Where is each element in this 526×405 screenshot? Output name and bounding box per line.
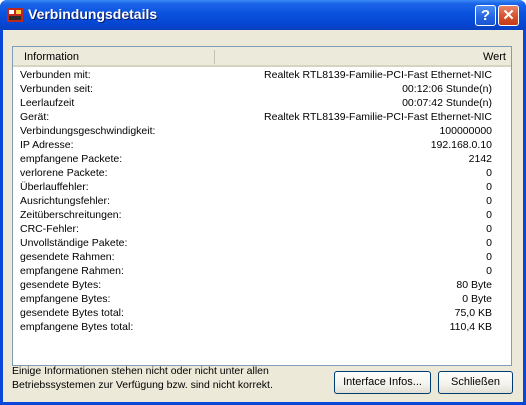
item-value: 0	[486, 237, 492, 249]
details-list[interactable]: Information Wert Verbunden mit: Realtek R…	[12, 46, 512, 366]
list-item[interactable]: verlorene Packete: 0	[13, 167, 511, 181]
close-window-button[interactable]: ✕	[498, 5, 519, 26]
list-item[interactable]: empfangene Bytes total: 110,4 KB	[13, 321, 511, 335]
item-label: Gerät:	[20, 111, 50, 123]
network-app-icon	[7, 8, 23, 22]
item-label: verlorene Packete:	[20, 167, 108, 179]
item-label: Ausrichtungsfehler:	[20, 195, 110, 207]
interface-infos-button[interactable]: Interface Infos...	[334, 371, 431, 394]
item-value: 0	[486, 223, 492, 235]
item-label: gesendete Bytes:	[20, 279, 102, 291]
list-item[interactable]: IP Adresse: 192.168.0.10	[13, 139, 511, 153]
info-note-line: Betriebssystemen zur Verfügung bzw. sind…	[12, 379, 273, 391]
item-label: Verbindungsgeschwindigkeit:	[20, 125, 156, 137]
item-value: 0	[486, 265, 492, 277]
item-value: 0	[486, 209, 492, 221]
list-item[interactable]: Gerät: Realtek RTL8139-Familie-PCI-Fast E…	[13, 111, 511, 125]
list-rows: Verbunden mit: Realtek RTL8139-Familie-PC…	[13, 69, 511, 335]
item-value: 75,0 KB	[454, 307, 492, 319]
help-button[interactable]: ?	[475, 5, 496, 26]
window-title: Verbindungsdetails	[28, 6, 158, 22]
list-item[interactable]: Zeitüberschreitungen: 0	[13, 209, 511, 223]
list-item[interactable]: Unvollständige Pakete: 0	[13, 237, 511, 251]
list-item[interactable]: gesendete Rahmen: 0	[13, 251, 511, 265]
list-item[interactable]: empfangene Rahmen: 0	[13, 265, 511, 279]
list-item[interactable]: Leerlaufzeit 00:07:42 Stunde(n)	[13, 97, 511, 111]
item-label: CRC-Fehler:	[20, 223, 79, 235]
item-label: Verbunden seit:	[20, 83, 93, 95]
item-label: empfangene Rahmen:	[20, 265, 124, 277]
item-label: Überlauffehler:	[20, 181, 89, 193]
list-item[interactable]: Überlauffehler: 0	[13, 181, 511, 195]
title-bar[interactable]: Verbindungsdetails ? ✕	[0, 0, 526, 30]
item-value: Realtek RTL8139-Familie-PCI-Fast Etherne…	[264, 111, 492, 123]
item-label: empfangene Bytes total:	[20, 321, 134, 333]
column-header-information[interactable]: Information	[24, 51, 79, 63]
item-label: Leerlaufzeit	[20, 97, 75, 109]
item-value: 0 Byte	[462, 293, 492, 305]
item-value: 192.168.0.10	[430, 139, 492, 151]
list-item[interactable]: Verbindungsgeschwindigkeit: 100000000	[13, 125, 511, 139]
item-label: gesendete Rahmen:	[20, 251, 115, 263]
item-label: empfangene Bytes:	[20, 293, 111, 305]
item-label: Unvollständige Pakete:	[20, 237, 128, 249]
item-value: Realtek RTL8139-Familie-PCI-Fast Etherne…	[264, 69, 492, 81]
list-item[interactable]: gesendete Bytes total: 75,0 KB	[13, 307, 511, 321]
item-value: 80 Byte	[456, 279, 492, 291]
info-note-line: Einige Informationen stehen nicht oder n…	[12, 365, 269, 377]
list-item[interactable]: empfangene Bytes: 0 Byte	[13, 293, 511, 307]
item-value: 100000000	[439, 125, 492, 137]
list-item[interactable]: empfangene Packete: 2142	[13, 153, 511, 167]
item-label: Verbunden mit:	[20, 69, 91, 81]
item-value: 00:07:42 Stunde(n)	[402, 97, 492, 109]
item-label: gesendete Bytes total:	[20, 307, 124, 319]
column-header-value[interactable]: Wert	[483, 51, 506, 63]
list-item[interactable]: Verbunden mit: Realtek RTL8139-Familie-PC…	[13, 69, 511, 83]
item-value: 00:12:06 Stunde(n)	[402, 83, 492, 95]
item-value: 0	[486, 251, 492, 263]
item-value: 0	[486, 167, 492, 179]
item-value: 2142	[468, 153, 492, 165]
info-note: Einige Informationen stehen nicht oder n…	[12, 364, 273, 392]
list-header: Information Wert	[13, 47, 511, 67]
item-value: 0	[486, 195, 492, 207]
item-label: IP Adresse:	[20, 139, 74, 151]
item-value: 0	[486, 181, 492, 193]
dialog-window: Verbindungsdetails ? ✕ Information Wert …	[0, 0, 526, 405]
list-item[interactable]: Ausrichtungsfehler: 0	[13, 195, 511, 209]
list-item[interactable]: Verbunden seit: 00:12:06 Stunde(n)	[13, 83, 511, 97]
list-item[interactable]: CRC-Fehler: 0	[13, 223, 511, 237]
item-label: empfangene Packete:	[20, 153, 123, 165]
list-item[interactable]: gesendete Bytes: 80 Byte	[13, 279, 511, 293]
column-divider[interactable]	[214, 50, 215, 64]
close-button[interactable]: Schließen	[438, 371, 513, 394]
item-value: 110,4 KB	[449, 321, 492, 333]
dialog-body: Information Wert Verbunden mit: Realtek R…	[3, 30, 523, 402]
item-label: Zeitüberschreitungen:	[20, 209, 122, 221]
